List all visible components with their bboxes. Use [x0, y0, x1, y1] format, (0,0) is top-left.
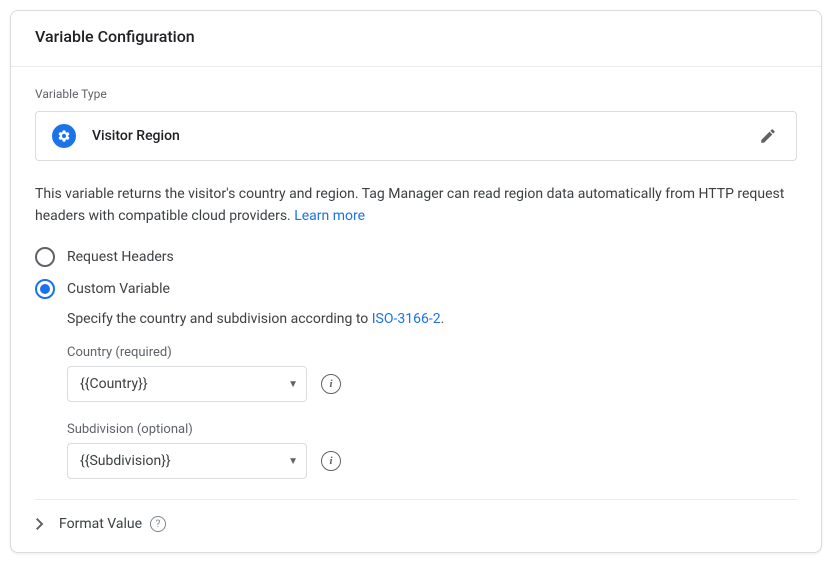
format-value-label: Format Value	[59, 516, 142, 532]
radio-request-headers[interactable]: Request Headers	[35, 241, 797, 273]
custom-variable-block: Specify the country and subdivision acco…	[67, 311, 797, 479]
subdivision-value: {{Subdivision}}	[80, 453, 288, 469]
help-icon[interactable]: ?	[150, 516, 166, 532]
variable-type-selector[interactable]: Visitor Region	[35, 111, 797, 161]
radio-label-custom-variable: Custom Variable	[67, 281, 170, 297]
radio-label-request-headers: Request Headers	[67, 249, 174, 265]
source-radio-group: Request Headers Custom Variable Specify …	[35, 241, 797, 479]
chevron-down-icon: ▼	[288, 379, 298, 390]
chevron-right-icon	[35, 518, 45, 530]
subdivision-dropdown[interactable]: {{Subdivision}} ▼	[67, 443, 307, 479]
card-header: Variable Configuration	[11, 11, 821, 67]
iso-link[interactable]: ISO-3166-2	[372, 311, 441, 327]
gear-icon	[52, 124, 76, 148]
country-field-row: {{Country}} ▼ i	[67, 366, 797, 402]
variable-config-card: Variable Configuration Variable Type Vis…	[10, 10, 822, 553]
info-icon[interactable]: i	[321, 451, 341, 471]
variable-type-label: Variable Type	[35, 87, 797, 101]
page-title: Variable Configuration	[35, 27, 797, 46]
country-dropdown[interactable]: {{Country}} ▼	[67, 366, 307, 402]
format-value-section[interactable]: Format Value ?	[11, 500, 821, 552]
country-label: Country (required)	[67, 345, 797, 360]
chevron-down-icon: ▼	[288, 456, 298, 467]
subdivision-field-row: {{Subdivision}} ▼ i	[67, 443, 797, 479]
info-icon[interactable]: i	[321, 374, 341, 394]
country-value: {{Country}}	[80, 376, 288, 392]
subdivision-label: Subdivision (optional)	[67, 422, 797, 437]
card-body: Variable Type Visitor Region This variab…	[11, 67, 821, 479]
learn-more-link[interactable]: Learn more	[294, 208, 365, 224]
description-text: This variable returns the visitor's coun…	[35, 183, 797, 227]
radio-icon	[35, 247, 55, 267]
variable-type-name: Visitor Region	[92, 128, 756, 144]
radio-icon	[35, 279, 55, 299]
radio-custom-variable[interactable]: Custom Variable	[35, 273, 797, 305]
custom-description: Specify the country and subdivision acco…	[67, 311, 797, 327]
edit-icon[interactable]	[756, 124, 780, 148]
